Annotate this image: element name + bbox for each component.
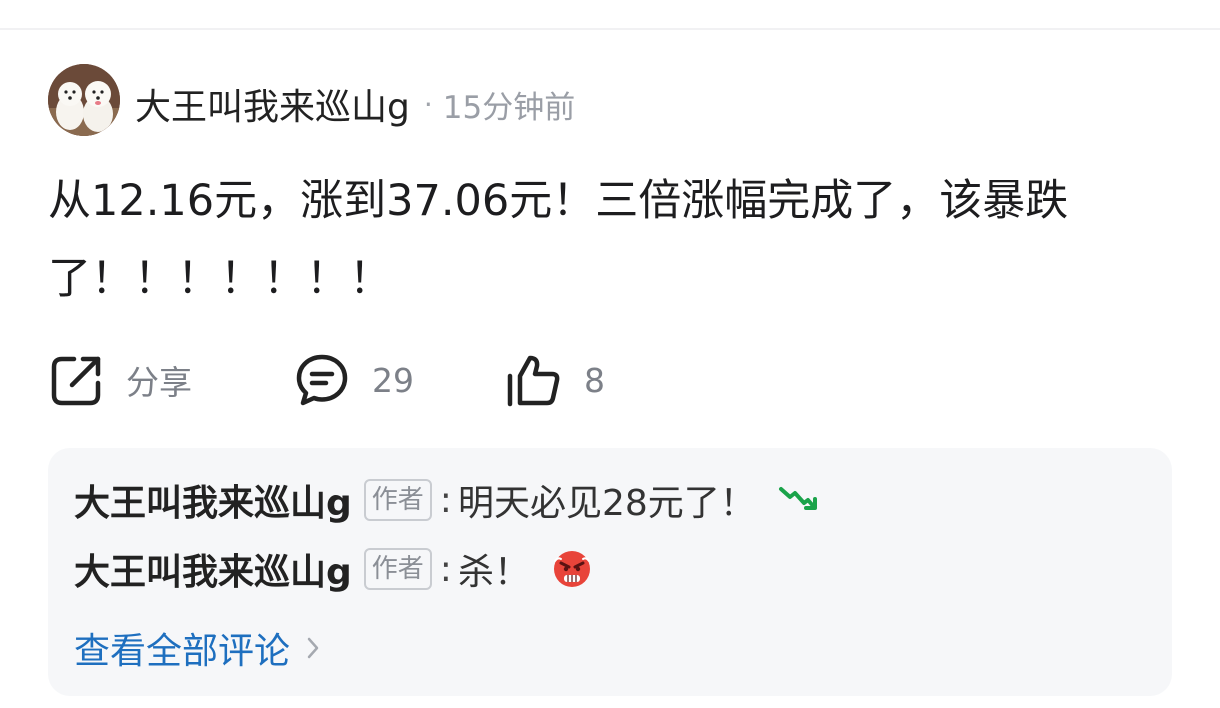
falling-green-chart-icon [778,483,818,517]
post-content[interactable]: 从12.16元，涨到37.06元！三倍涨幅完成了，该暴跌了！！！！！！！ [48,162,1178,318]
top-divider [0,28,1220,30]
comment-item[interactable]: 大王叫我来巡山g 作者 : 明天必见28元了！ [74,472,818,528]
comment-colon: : [439,479,452,521]
angry-face-icon [552,549,592,589]
avatar-image [48,64,120,136]
comment-button[interactable]: 29 [294,350,414,410]
author-name[interactable]: 大王叫我来巡山g [135,78,410,130]
like-count: 8 [584,360,605,400]
share-label: 分享 [126,363,192,402]
post-header: 大王叫我来巡山g · 15分钟前 [135,76,575,132]
comment-text: 明天必见28元了！ [457,483,756,524]
share-icon [50,353,104,407]
comment-user[interactable]: 大王叫我来巡山g [74,474,352,526]
comment-user[interactable]: 大王叫我来巡山g [74,543,352,595]
view-all-label: 查看全部评论 [74,631,291,672]
post-time: 15分钟前 [442,89,576,126]
avatar[interactable] [48,64,120,136]
comment-colon: : [439,548,452,590]
comment-icon [294,352,350,408]
separator-dot: · [423,87,433,121]
chevron-right-icon [306,636,320,660]
author-badge: 作者 [363,479,432,521]
like-button[interactable]: 8 [506,350,605,410]
author-badge: 作者 [363,548,432,590]
share-button[interactable]: 分享 [50,350,192,410]
comment-item[interactable]: 大王叫我来巡山g 作者 : 杀！ [74,541,592,597]
comment-count: 29 [372,360,414,400]
comment-text: 杀！ [457,552,530,593]
thumbs-up-icon [506,352,562,408]
view-all-comments-link[interactable]: 查看全部评论 [74,620,320,676]
